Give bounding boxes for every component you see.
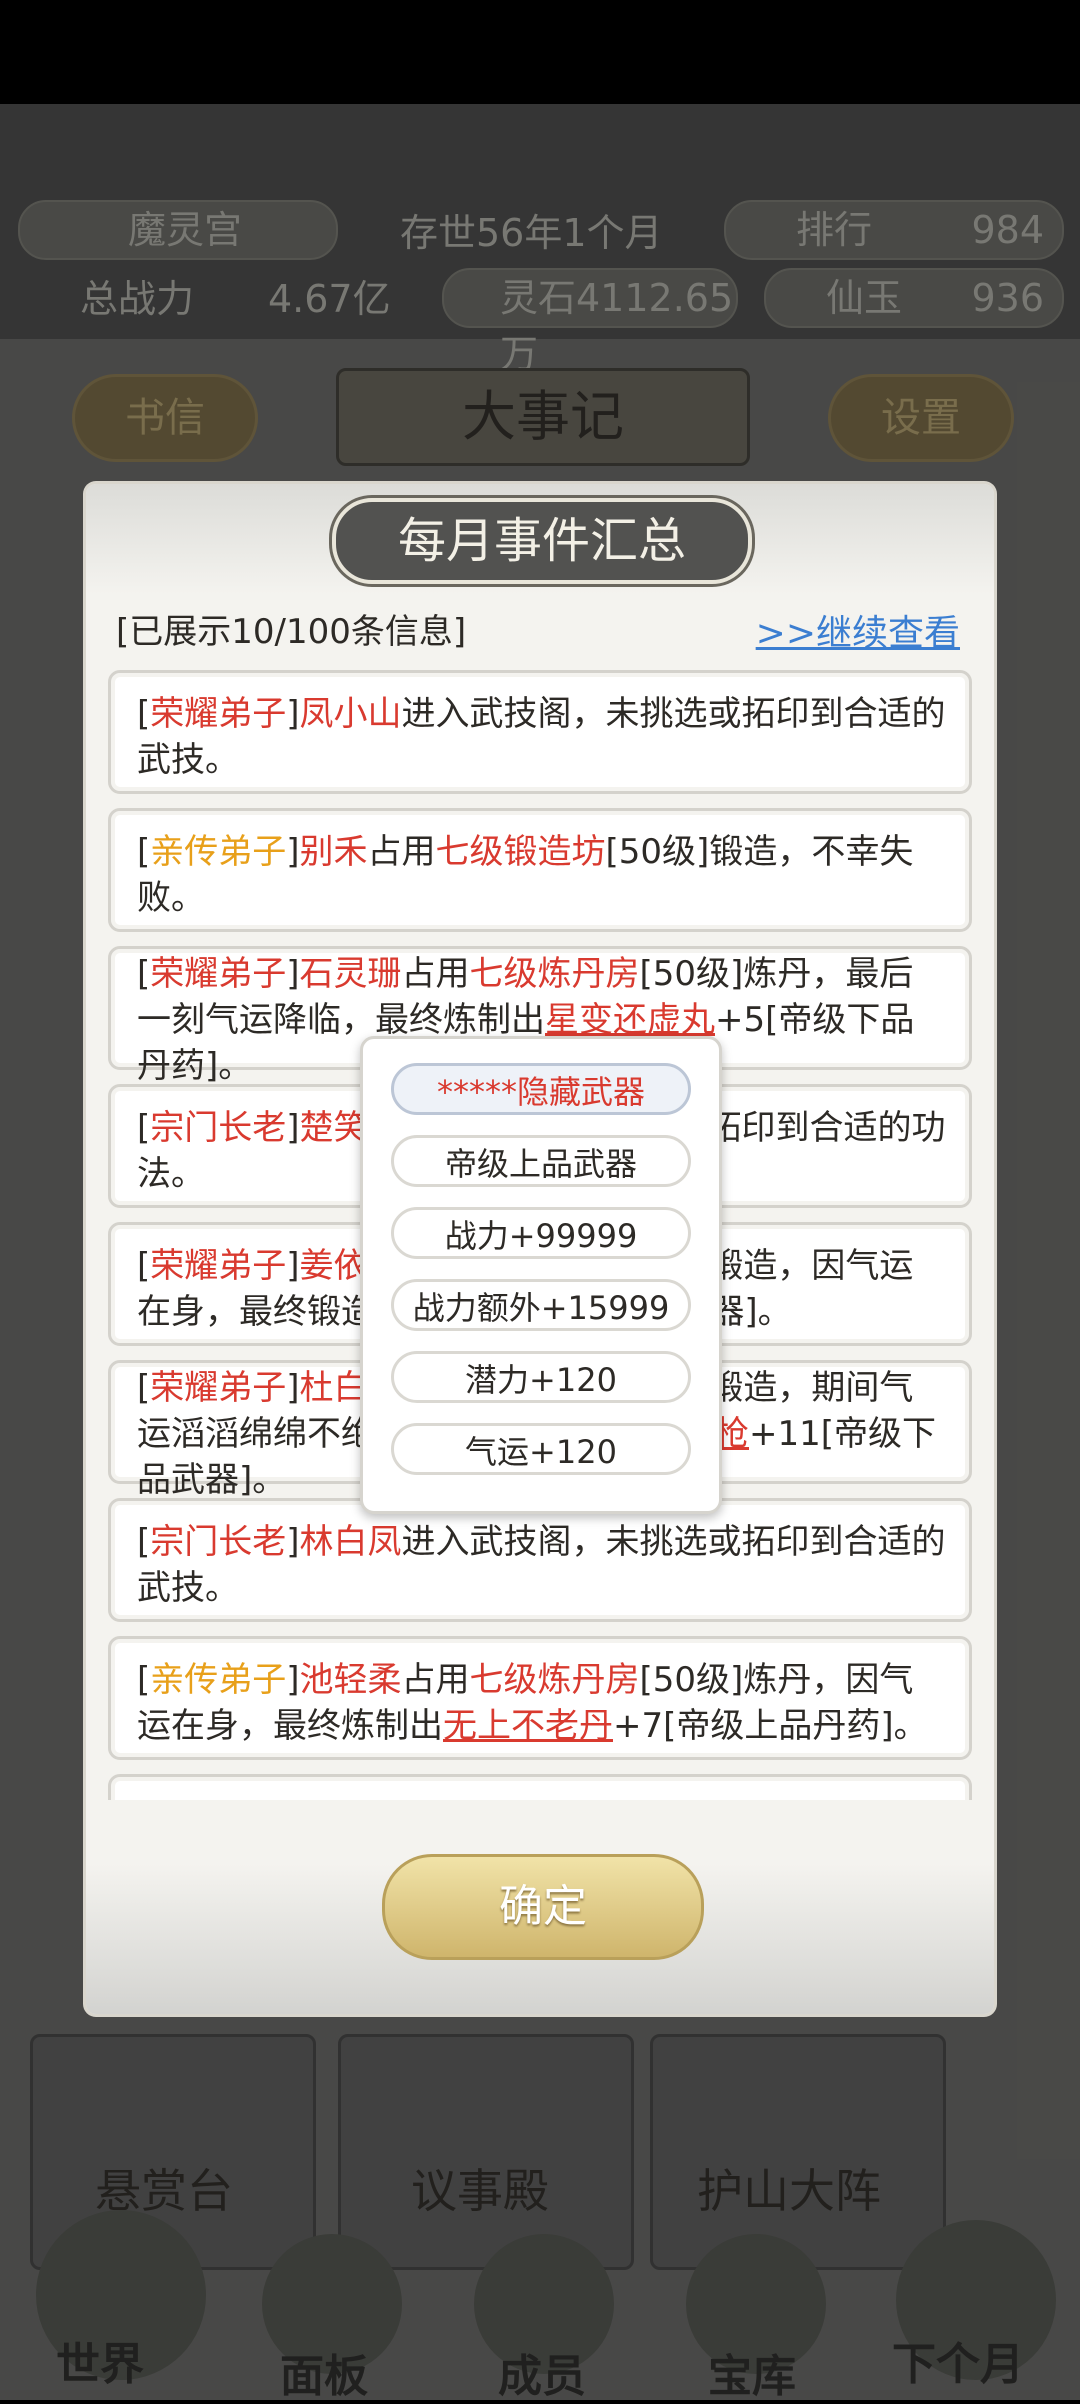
event-text: [宗门长老]林白凤进入武技阁，未挑选或拓印到合适的武技。: [137, 1522, 946, 1608]
role-tag: 荣耀弟子: [150, 1368, 287, 1408]
role-tag: 宗门长老: [150, 1522, 287, 1562]
event-entry: [宗门长老]林白凤进入武技阁，未挑选或拓印到合适的武技。: [108, 1498, 972, 1622]
continue-view-link[interactable]: >>继续查看: [756, 604, 960, 656]
person-name: 杜白: [299, 1368, 368, 1408]
event-entry: [亲传弟子]池轻柔占用七级炼丹房[50级]炼丹，因气运在身，最终炼制出无上不老丹…: [108, 1636, 972, 1760]
item-link[interactable]: 无上不老丹: [443, 1706, 613, 1746]
person-name: 楚笑: [299, 1108, 368, 1148]
event-entry: [荣耀弟子]凤小山进入武技阁，未挑选或拓印到合适的武技。: [108, 670, 972, 794]
event-text: [荣耀弟子]凤小山进入武技阁，未挑选或拓印到合适的武技。: [137, 694, 946, 780]
facility-name: 七级炼丹房: [469, 1660, 640, 1700]
role-tag: 荣耀弟子: [150, 1246, 287, 1286]
facility-name: 七级锻造坊: [435, 832, 606, 872]
event-entry-partial: [108, 1774, 972, 1800]
person-name: 池轻柔: [299, 1660, 402, 1700]
person-name: 凤小山: [299, 694, 402, 734]
shown-count: [已展示10/100条信息]: [116, 612, 467, 652]
tooltip-item-name: *****隐藏武器: [391, 1063, 691, 1115]
event-entry: [亲传弟子]别禾占用七级锻造坊[50级]锻造，不幸失败。: [108, 808, 972, 932]
person-name: 石灵珊: [299, 954, 402, 994]
role-tag: 宗门长老: [150, 1108, 287, 1148]
role-tag: 荣耀弟子: [150, 694, 287, 734]
dialog-title: 每月事件汇总: [332, 498, 752, 584]
tooltip-potential: 潜力+120: [391, 1351, 691, 1403]
tooltip-luck: 气运+120: [391, 1423, 691, 1475]
event-text: [亲传弟子]池轻柔占用七级炼丹房[50级]炼丹，因气运在身，最终炼制出无上不老丹…: [137, 1660, 928, 1746]
tooltip-power: 战力+99999: [391, 1207, 691, 1259]
confirm-button[interactable]: 确定: [382, 1854, 704, 1960]
person-name: 林白凤: [299, 1522, 402, 1562]
role-tag: 亲传弟子: [150, 832, 287, 872]
role-tag: 亲传弟子: [150, 1660, 287, 1700]
tooltip-extra-power: 战力额外+15999: [391, 1279, 691, 1331]
event-text: [亲传弟子]别禾占用七级锻造坊[50级]锻造，不幸失败。: [137, 832, 914, 918]
tooltip-grade: 帝级上品武器: [391, 1135, 691, 1187]
item-tooltip: *****隐藏武器 帝级上品武器 战力+99999 战力额外+15999 潜力+…: [360, 1036, 722, 1514]
person-name: 姜依: [299, 1246, 368, 1286]
item-link[interactable]: 星变还虚丸: [545, 1000, 715, 1040]
facility-name: 七级炼丹房: [469, 954, 640, 994]
person-name: 别禾: [299, 832, 368, 872]
status-bar: [0, 0, 1080, 104]
role-tag: 荣耀弟子: [150, 954, 287, 994]
